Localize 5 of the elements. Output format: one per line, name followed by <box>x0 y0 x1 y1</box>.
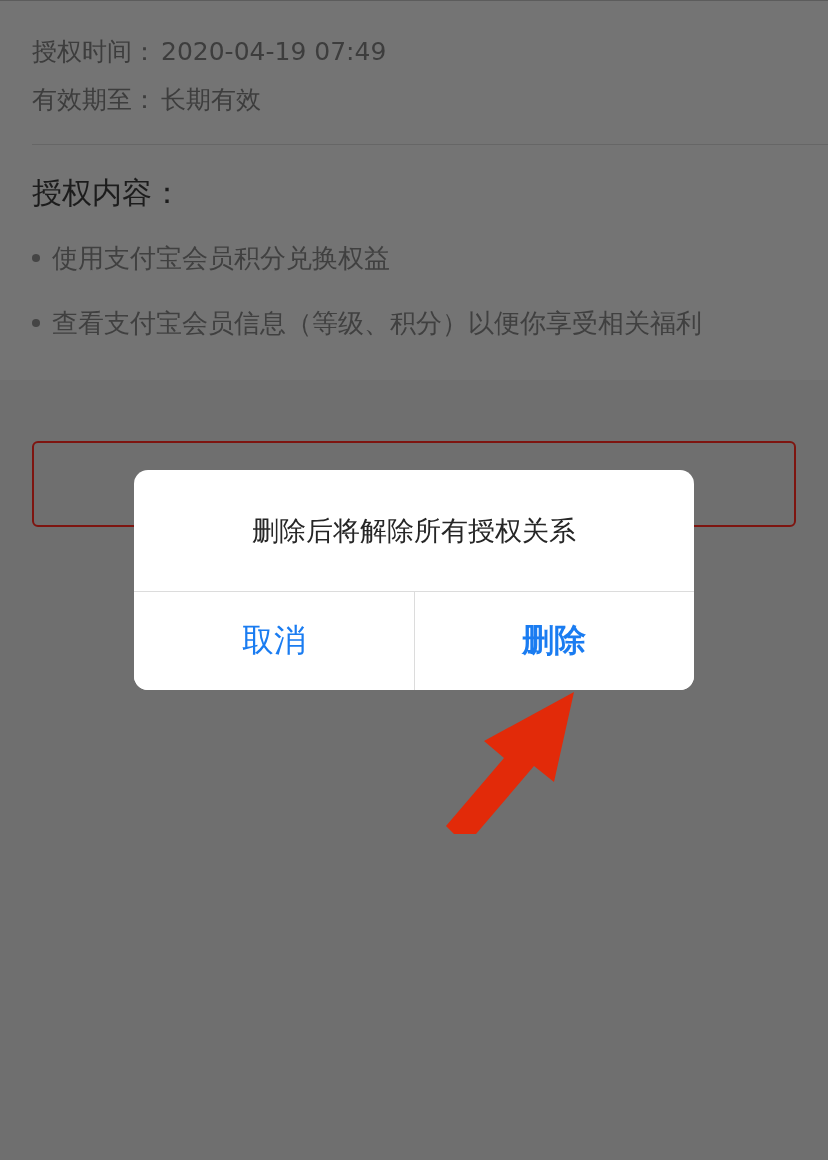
section-title: 授权内容： <box>32 174 183 212</box>
bullet-dot <box>32 254 40 262</box>
dialog-button[interactable]: 删除 <box>413 592 694 690</box>
bullet-dot <box>32 319 40 327</box>
detail-value: 2020-04-19 07:49 <box>161 36 387 68</box>
